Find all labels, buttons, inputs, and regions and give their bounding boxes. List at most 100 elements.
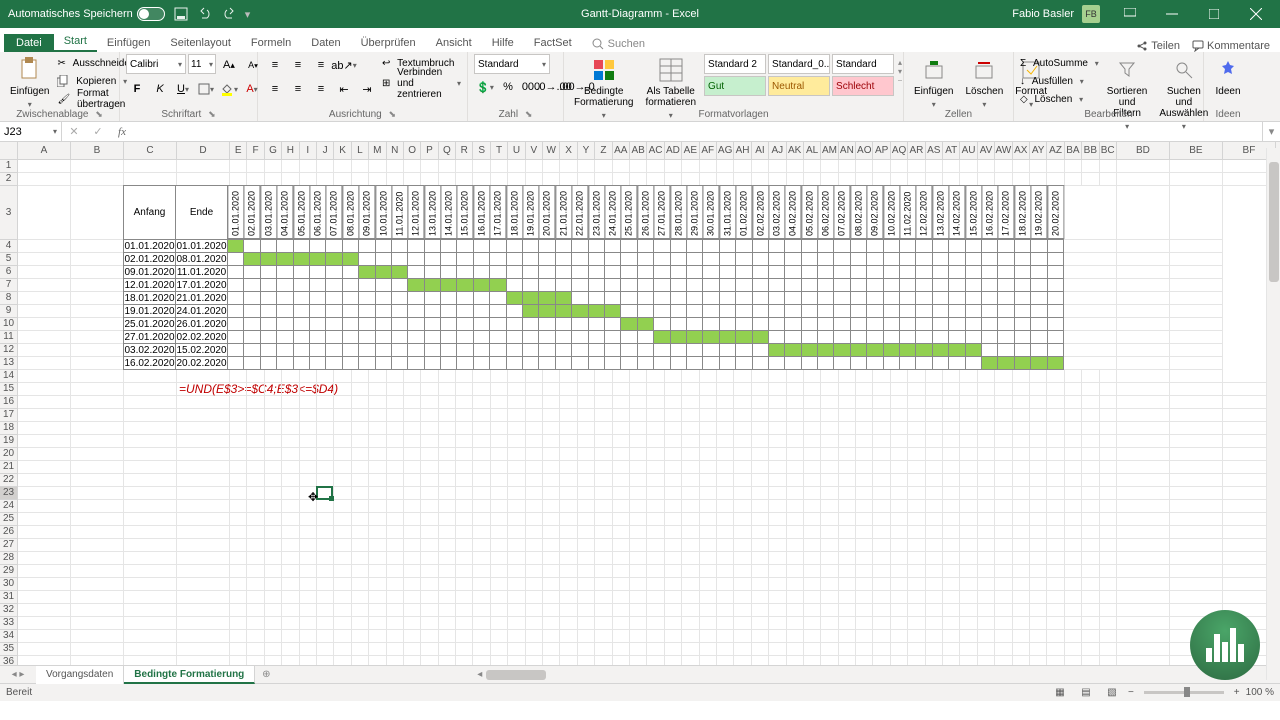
tab-formulas[interactable]: Formeln	[241, 34, 301, 52]
percent-format-icon[interactable]: %	[497, 76, 519, 98]
cells-group-label: Zellen	[945, 109, 972, 120]
cut-icon: ✂	[57, 58, 65, 69]
align-middle-icon[interactable]: ≡	[287, 54, 309, 76]
tab-pagelayout[interactable]: Seitenlayout	[160, 34, 241, 52]
share-button[interactable]: Teilen	[1136, 40, 1180, 52]
gallery-down-icon[interactable]: ▾	[898, 67, 902, 76]
minimize-icon[interactable]	[1152, 0, 1192, 28]
insert-cells-button[interactable]: Einfügen▾	[910, 54, 957, 112]
styles-group-label: Formatvorlagen	[698, 109, 768, 120]
style-gut[interactable]: Gut	[704, 76, 766, 96]
sheet-nav[interactable]: ◂ ▸	[0, 669, 36, 680]
border-button[interactable]: ▾	[195, 78, 217, 100]
style-neutral[interactable]: Neutral	[768, 76, 830, 96]
paste-button[interactable]: Einfügen▾	[6, 54, 53, 112]
sheet-tab-1[interactable]: Vorgangsdaten	[36, 666, 124, 684]
fill-color-button[interactable]: ▾	[218, 78, 240, 100]
dialog-launcher[interactable]: ⬊	[525, 109, 533, 120]
window-title: Gantt-Diagramm - Excel	[581, 8, 699, 20]
cancel-formula-icon[interactable]: ✕	[62, 122, 86, 142]
vertical-scrollbar[interactable]	[1266, 148, 1280, 680]
dialog-launcher[interactable]: ⬊	[389, 109, 397, 120]
name-box[interactable]: J23▾	[0, 122, 62, 141]
style-schlecht[interactable]: Schlecht	[832, 76, 894, 96]
style-standard0[interactable]: Standard_0...	[768, 54, 830, 74]
fill-button[interactable]: ↓ Ausfüllen ▾	[1020, 72, 1099, 90]
column-headers[interactable]: ABCDEFGHIJKLMNOPQRSTUVWXYZAAABACADAEAFAG…	[18, 142, 1280, 160]
merge-center-button[interactable]: ⊞ Verbinden und zentrieren ▾	[382, 74, 461, 92]
maximize-icon[interactable]	[1194, 0, 1234, 28]
tab-view[interactable]: Ansicht	[426, 34, 482, 52]
sigma-icon: Σ	[1020, 58, 1026, 69]
copy-icon	[57, 75, 69, 87]
comments-button[interactable]: Kommentare	[1192, 40, 1270, 52]
horizontal-scrollbar[interactable]: ◂	[477, 669, 1280, 680]
delete-cells-icon	[970, 56, 998, 84]
italic-button[interactable]: K	[149, 78, 171, 100]
bucket-icon	[220, 82, 234, 96]
ribbon-options-icon[interactable]	[1110, 0, 1150, 28]
align-top-icon[interactable]: ≡	[264, 54, 286, 76]
autosave-toggle[interactable]: Automatisches Speichern	[8, 7, 165, 21]
select-all-button[interactable]	[0, 142, 18, 160]
indent-icon[interactable]: ⇥	[356, 78, 378, 100]
tab-review[interactable]: Überprüfen	[351, 34, 426, 52]
sort-filter-button[interactable]: Sortieren und Filtern▾	[1103, 54, 1152, 134]
number-format-select[interactable]: Standard▾	[474, 54, 550, 74]
align-center-icon[interactable]: ≡	[287, 78, 309, 100]
gallery-up-icon[interactable]: ▴	[898, 58, 902, 67]
style-standard[interactable]: Standard	[832, 54, 894, 74]
close-icon[interactable]	[1236, 0, 1276, 28]
number-group-label: Zahl	[499, 109, 518, 120]
accept-formula-icon[interactable]: ✓	[86, 122, 110, 142]
underline-button[interactable]: U▾	[172, 78, 194, 100]
align-left-icon[interactable]: ≡	[264, 78, 286, 100]
redo-icon[interactable]	[221, 6, 237, 22]
search-input[interactable]: Suchen	[592, 38, 645, 52]
zoom-in-button[interactable]: +	[1234, 687, 1240, 698]
align-bottom-icon[interactable]: ≡	[310, 54, 332, 76]
bold-button[interactable]: F	[126, 78, 148, 100]
add-sheet-button[interactable]: ⊕	[255, 669, 277, 680]
merge-icon: ⊞	[382, 78, 390, 89]
style-standard2[interactable]: Standard 2	[704, 54, 766, 74]
dialog-launcher[interactable]: ⬊	[208, 109, 216, 120]
tab-factset[interactable]: FactSet	[524, 34, 582, 52]
pagebreak-view-icon[interactable]: ▧	[1102, 686, 1122, 700]
undo-icon[interactable]	[197, 6, 213, 22]
orientation-icon[interactable]: ab↗▾	[333, 54, 355, 76]
ideas-button[interactable]: Ideen	[1210, 54, 1246, 99]
tab-help[interactable]: Hilfe	[482, 34, 524, 52]
editing-group-label: Bearbeiten	[1084, 109, 1132, 120]
row-headers[interactable]: 1234567891011121314151617181920212223242…	[0, 160, 18, 665]
pagelayout-view-icon[interactable]: ▤	[1076, 686, 1096, 700]
fx-icon[interactable]: fx	[110, 122, 134, 142]
expand-formula-bar-icon[interactable]: ▾	[1262, 122, 1280, 141]
font-group-label: Schriftart	[161, 109, 201, 120]
tab-home[interactable]: Start	[54, 32, 97, 52]
align-right-icon[interactable]: ≡	[310, 78, 332, 100]
cell-styles-gallery[interactable]: Standard 2 Standard_0... Standard Gut Ne…	[704, 54, 894, 96]
outdent-icon[interactable]: ⇤	[333, 78, 355, 100]
gallery-more-icon[interactable]: ⎯	[898, 76, 902, 86]
zoom-slider[interactable]	[1144, 691, 1224, 694]
tab-insert[interactable]: Einfügen	[97, 34, 160, 52]
font-size-select[interactable]: 11▾	[188, 54, 216, 74]
autosum-button[interactable]: Σ AutoSumme ▾	[1020, 54, 1099, 72]
font-name-select[interactable]: Calibri▾	[126, 54, 186, 74]
accounting-format-icon[interactable]: 💲▾	[474, 76, 496, 98]
sheet-tab-2[interactable]: Bedingte Formatierung	[124, 666, 255, 684]
zoom-out-button[interactable]: −	[1128, 687, 1134, 698]
increase-font-icon[interactable]: A▴	[218, 54, 240, 76]
zoom-level[interactable]: 100 %	[1246, 687, 1274, 698]
save-icon[interactable]	[173, 6, 189, 22]
user-avatar[interactable]: FB	[1082, 5, 1100, 23]
cell-grid[interactable]: AnfangEnde01.01.202002.01.202003.01.2020…	[18, 160, 1280, 665]
delete-cells-button[interactable]: Löschen▾	[961, 54, 1007, 112]
tab-file[interactable]: Datei	[4, 34, 54, 52]
clear-button[interactable]: ◇ Löschen ▾	[1020, 90, 1099, 108]
normal-view-icon[interactable]: ▦	[1050, 686, 1070, 700]
dialog-launcher[interactable]: ⬊	[95, 109, 103, 120]
table-icon	[657, 56, 685, 84]
tab-data[interactable]: Daten	[301, 34, 350, 52]
